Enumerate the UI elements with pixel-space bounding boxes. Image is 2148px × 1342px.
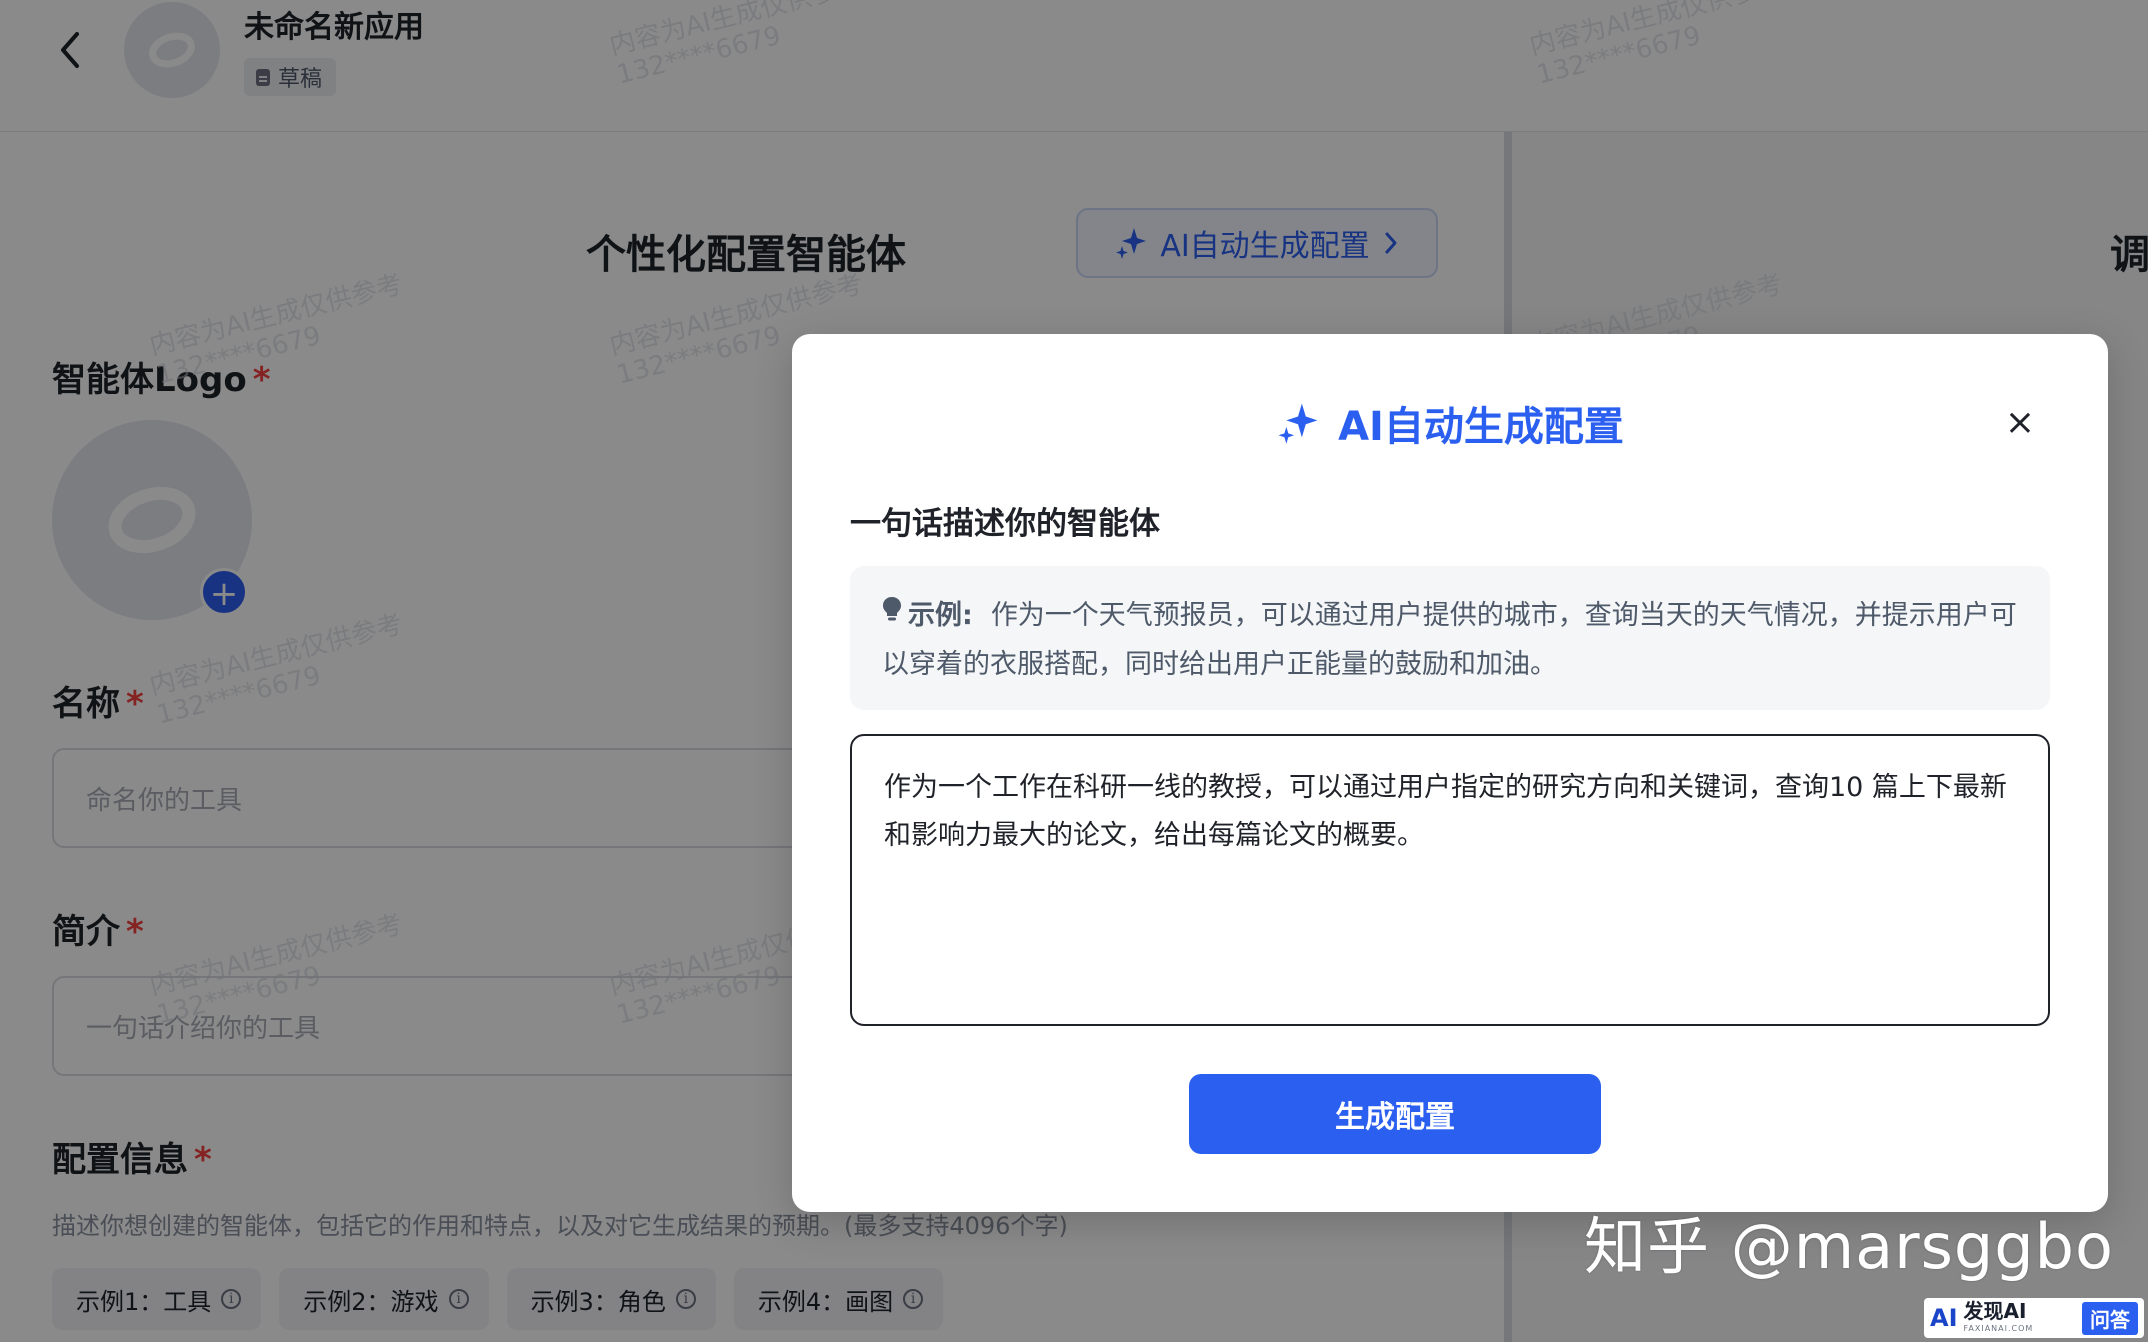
generate-config-button[interactable]: 生成配置 (1189, 1074, 1601, 1154)
description-textarea[interactable]: 作为一个工作在科研一线的教授，可以通过用户指定的研究方向和关键词，查询10 篇上… (850, 734, 2050, 1026)
faxianai-logo: AI (1930, 1304, 1958, 1332)
zhihu-watermark: 知乎 @marsggbo (1584, 1210, 2114, 1283)
example-hint: 示例: 作为一个天气预报员，可以通过用户提供的城市，查询当天的天气情况，并提示用户… (850, 566, 2050, 710)
faxianai-domain: FAXIANAI.COM (1963, 1324, 2034, 1333)
example-label: 示例: (908, 600, 973, 631)
description-field-label: 一句话描述你的智能体 (850, 506, 1160, 542)
lightbulb-icon (882, 590, 902, 638)
ai-config-dialog: AI自动生成配置 × 一句话描述你的智能体 示例: 作为一个天气预报员，可以通过用… (792, 334, 2108, 1212)
faxianai-name-cn: 发现AI (1963, 1299, 2027, 1323)
faxianai-name: 发现AI FAXIANAI.COM (1964, 1300, 2034, 1336)
dialog-title: AI自动生成配置 (792, 394, 2108, 452)
sparkle-icon (1278, 403, 1318, 444)
close-icon[interactable]: × (1998, 400, 2042, 444)
faxianai-tag: 问答 (2082, 1301, 2138, 1335)
example-text: 作为一个天气预报员，可以通过用户提供的城市，查询当天的天气情况，并提示用户可以穿… (882, 600, 2017, 680)
faxianai-badge: AI 发现AI FAXIANAI.COM 问答 (1924, 1298, 2144, 1338)
dialog-title-text: AI自动生成配置 (1338, 404, 1624, 450)
